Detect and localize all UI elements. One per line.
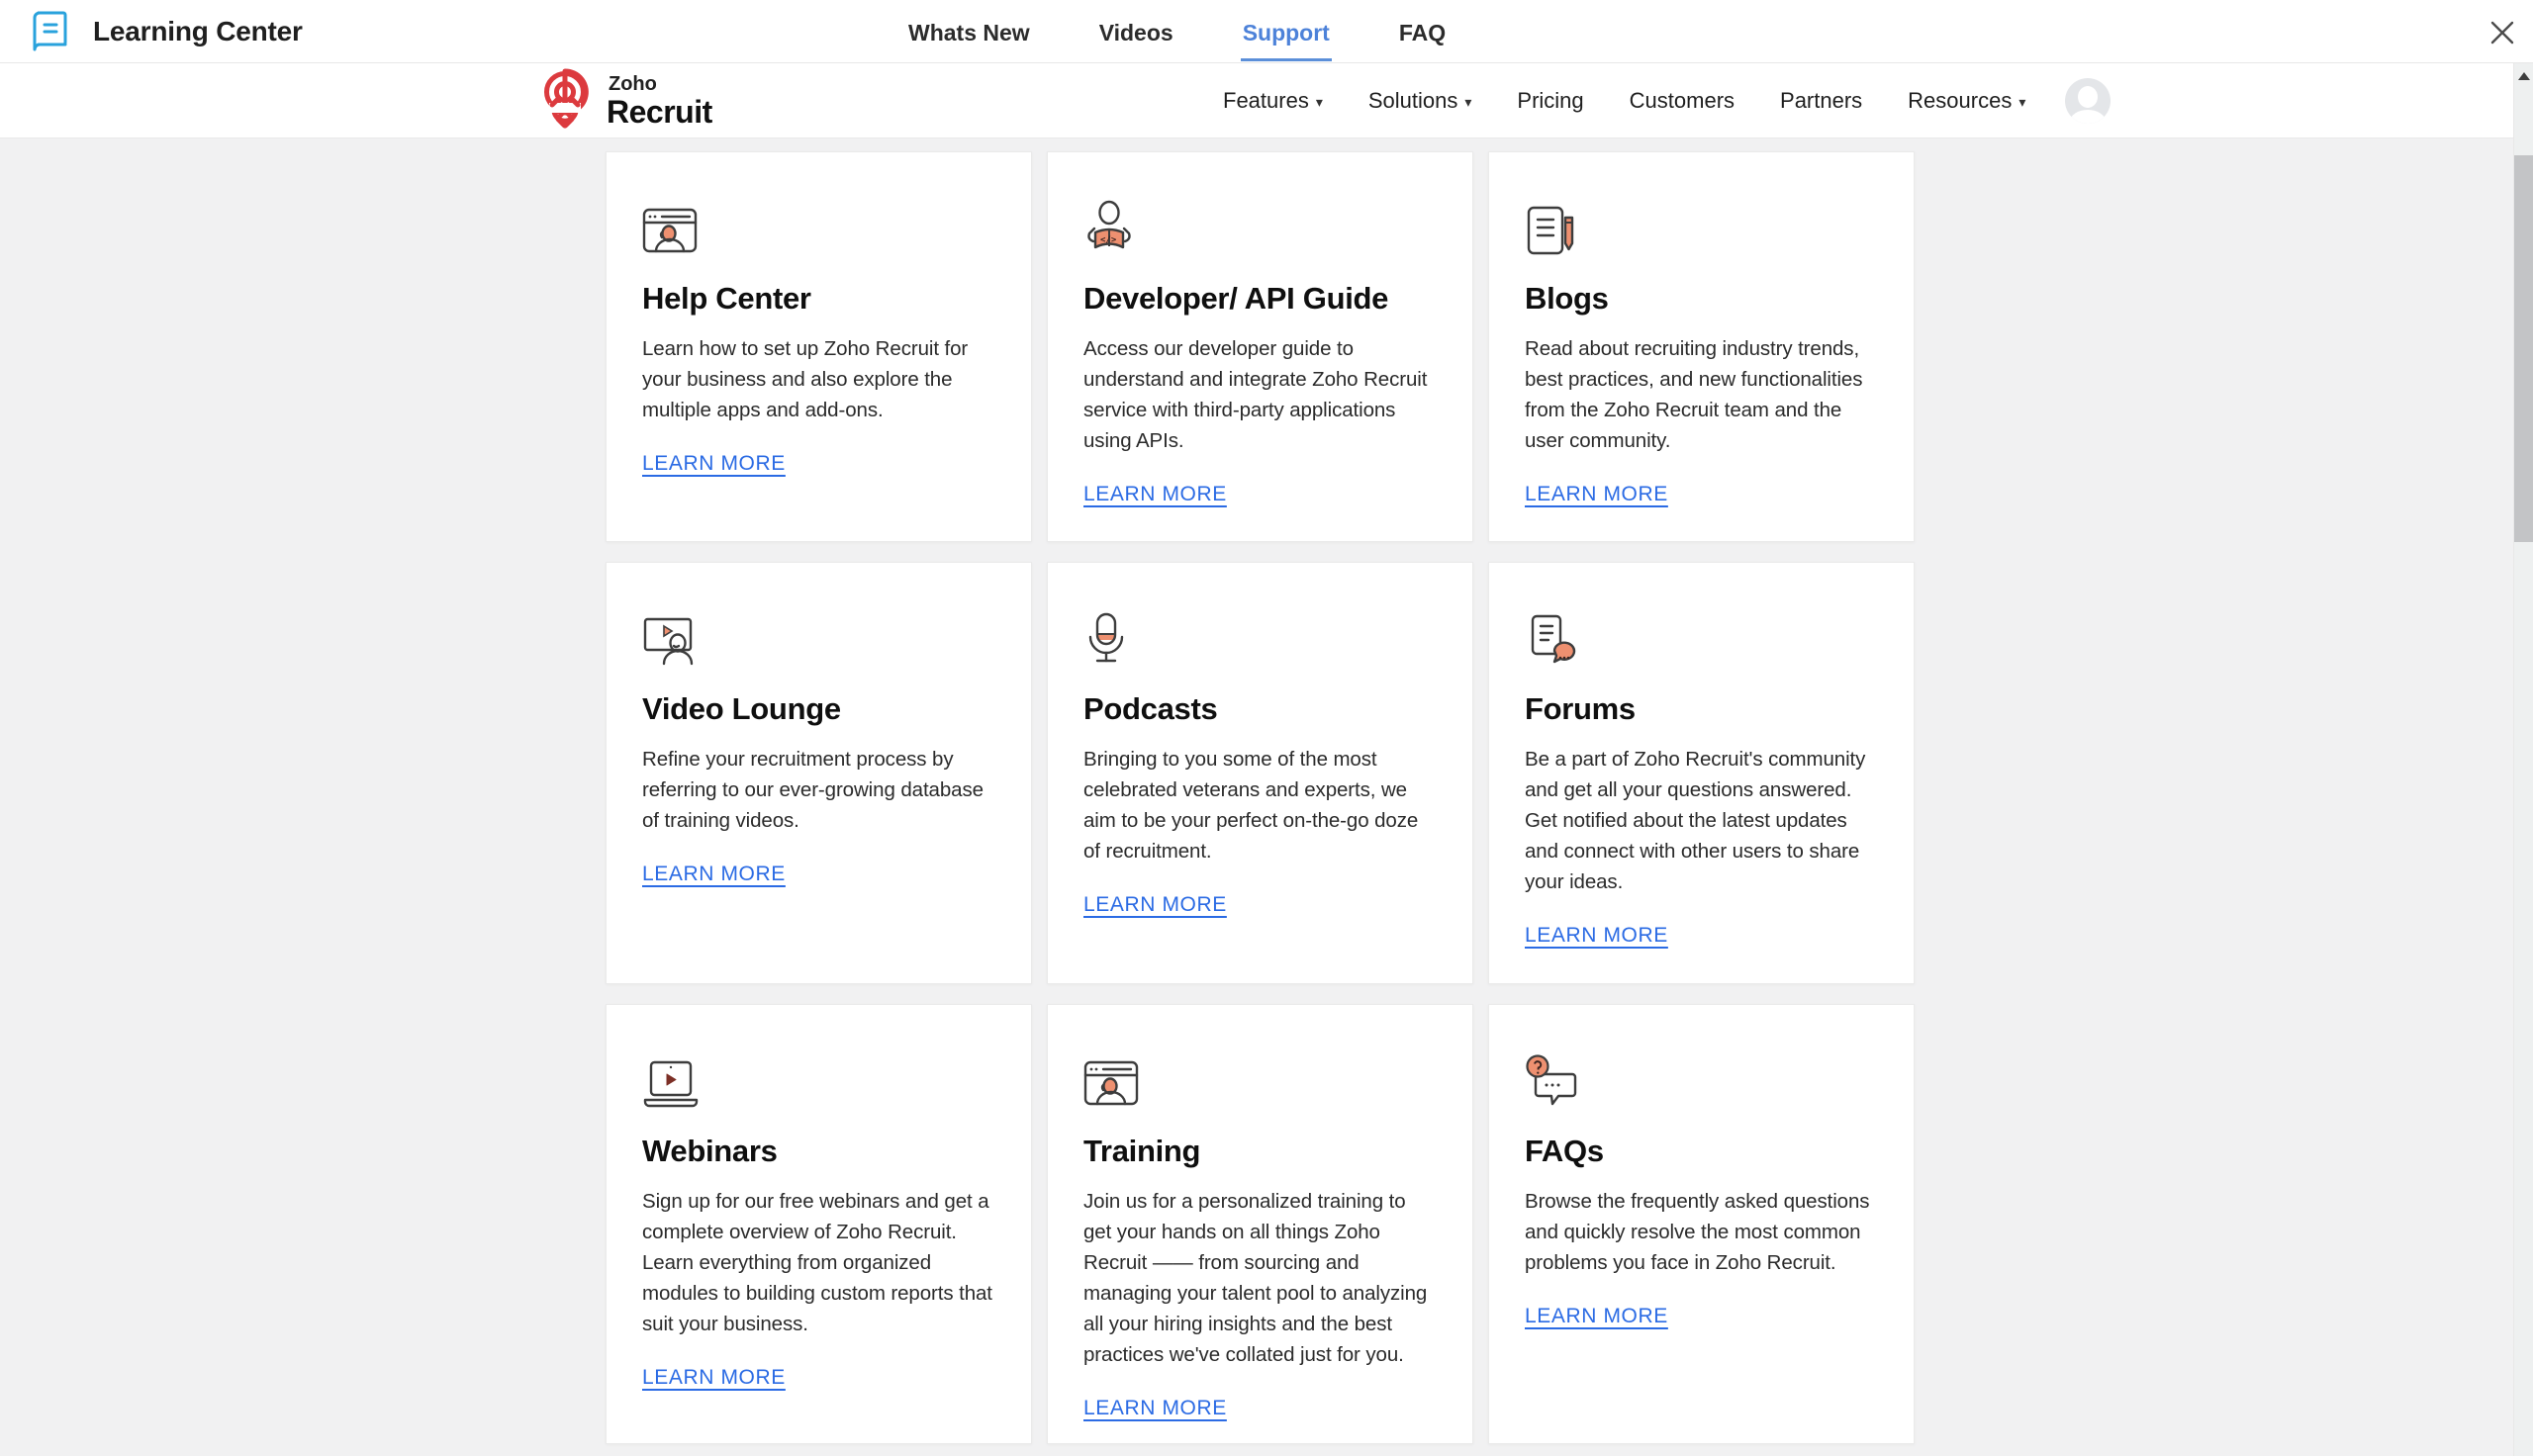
card-title: FAQs [1525,1134,1604,1168]
browser-person-icon [1083,1054,1439,1108]
screen-presenter-icon [642,612,997,666]
app-title: Learning Center [93,15,303,46]
learn-more-link[interactable]: LEARN MORE [1525,483,1668,506]
brand-product: Recruit [607,93,712,130]
app-header: Learning Center Whats New Videos Support… [0,0,2533,63]
card-title: Training [1083,1134,1201,1168]
zoho-recruit-logo[interactable]: Zoho Recruit [537,67,712,134]
developer-book-icon: </> [1083,200,1439,255]
microphone-icon [1083,612,1439,666]
card-title: Webinars [642,1134,778,1168]
learn-more-link[interactable]: LEARN MORE [1083,483,1227,506]
site-nav-pricing-label: Pricing [1517,88,1584,113]
card-description: Join us for a personalized training to g… [1083,1190,1428,1366]
top-nav-faq[interactable]: FAQ [1397,3,1448,61]
laptop-play-icon [642,1054,997,1108]
card-title: Forums [1525,691,1636,726]
site-nav-solutions[interactable]: Solutions ▾ [1368,88,1472,114]
vertical-scrollbar[interactable] [2513,63,2533,1456]
document-chat-icon [1525,612,1880,666]
top-nav-support[interactable]: Support [1240,3,1332,61]
svg-text:</>: </> [1100,235,1117,245]
learning-center-logo: Learning Center [30,10,303,53]
card-title: Help Center [642,281,811,316]
support-content: Help Center Learn how to set up Zoho Rec… [0,138,2533,1456]
card-title: Video Lounge [642,691,841,726]
top-nav-whats-new[interactable]: Whats New [906,3,1032,61]
document-pencil-icon [1525,202,1880,255]
card-forums: Forums Be a part of Zoho Recruit's commu… [1488,562,1915,984]
card-title: Blogs [1525,281,1609,316]
question-chat-icon [1525,1054,1880,1108]
site-nav-features[interactable]: Features ▾ [1223,88,1323,114]
card-webinars: Webinars Sign up for our free webinars a… [606,1004,1032,1444]
site-nav-customers[interactable]: Customers [1630,88,1735,114]
card-help-center: Help Center Learn how to set up Zoho Rec… [606,151,1032,542]
site-header: Zoho Recruit Features ▾ Solutions ▾ Pric… [0,63,2533,138]
site-nav-customers-label: Customers [1629,88,1736,113]
close-icon[interactable] [2486,16,2519,49]
book-icon [30,10,71,53]
brand-company: Zoho [609,72,657,95]
site-nav-solutions-label: Solutions [1367,88,1458,113]
card-description: Sign up for our free webinars and get a … [642,1190,992,1335]
zoho-recruit-brand-icon [537,67,593,134]
brand-text: Zoho Recruit [607,74,712,128]
card-developer-api-guide: </> Developer/ API Guide Access our deve… [1047,151,1473,542]
site-nav-partners-label: Partners [1780,88,1863,113]
learn-more-link[interactable]: LEARN MORE [1083,1397,1227,1420]
card-podcasts: Podcasts Bringing to you some of the mos… [1047,562,1473,984]
chevron-down-icon: ▾ [2018,93,2026,110]
learn-more-link[interactable]: LEARN MORE [1083,893,1227,917]
top-nav: Whats New Videos Support FAQ [906,0,1448,63]
card-description: Access our developer guide to understand… [1083,337,1428,452]
card-description: Browse the frequently asked questions an… [1525,1190,1870,1274]
site-nav-features-label: Features [1223,88,1309,113]
scrollbar-thumb[interactable] [2514,155,2533,542]
user-avatar[interactable] [2065,78,2111,124]
learn-more-link[interactable]: LEARN MORE [1525,924,1668,948]
card-video-lounge: Video Lounge Refine your recruitment pro… [606,562,1032,984]
site-nav-pricing[interactable]: Pricing [1517,88,1583,114]
chevron-down-icon: ▾ [1464,93,1472,110]
card-title: Developer/ API Guide [1083,281,1389,316]
card-training: Training Join us for a personalized trai… [1047,1004,1473,1444]
scroll-up-icon[interactable] [2518,72,2530,80]
site-nav-resources[interactable]: Resources ▾ [1908,88,2025,114]
learn-more-link[interactable]: LEARN MORE [642,1366,786,1390]
card-description: Read about recruiting industry trends, b… [1525,337,1863,452]
learn-more-link[interactable]: LEARN MORE [642,863,786,886]
card-description: Bringing to you some of the most celebra… [1083,748,1419,863]
card-description: Refine your recruitment process by refer… [642,748,984,832]
browser-person-icon [642,202,997,255]
site-nav-resources-label: Resources [1908,88,2013,113]
site-nav: Features ▾ Solutions ▾ Pricing Customers… [1223,63,2111,138]
card-faqs: FAQs Browse the frequently asked questio… [1488,1004,1915,1444]
card-description: Be a part of Zoho Recruit's community an… [1525,748,1866,893]
chevron-down-icon: ▾ [1315,93,1323,110]
site-nav-partners[interactable]: Partners [1780,88,1862,114]
card-blogs: Blogs Read about recruiting industry tre… [1488,151,1915,542]
cards-grid: Help Center Learn how to set up Zoho Rec… [606,151,1915,1444]
card-title: Podcasts [1083,691,1218,726]
learn-more-link[interactable]: LEARN MORE [642,452,786,476]
top-nav-videos[interactable]: Videos [1097,3,1175,61]
learn-more-link[interactable]: LEARN MORE [1525,1305,1668,1328]
card-description: Learn how to set up Zoho Recruit for you… [642,337,969,421]
